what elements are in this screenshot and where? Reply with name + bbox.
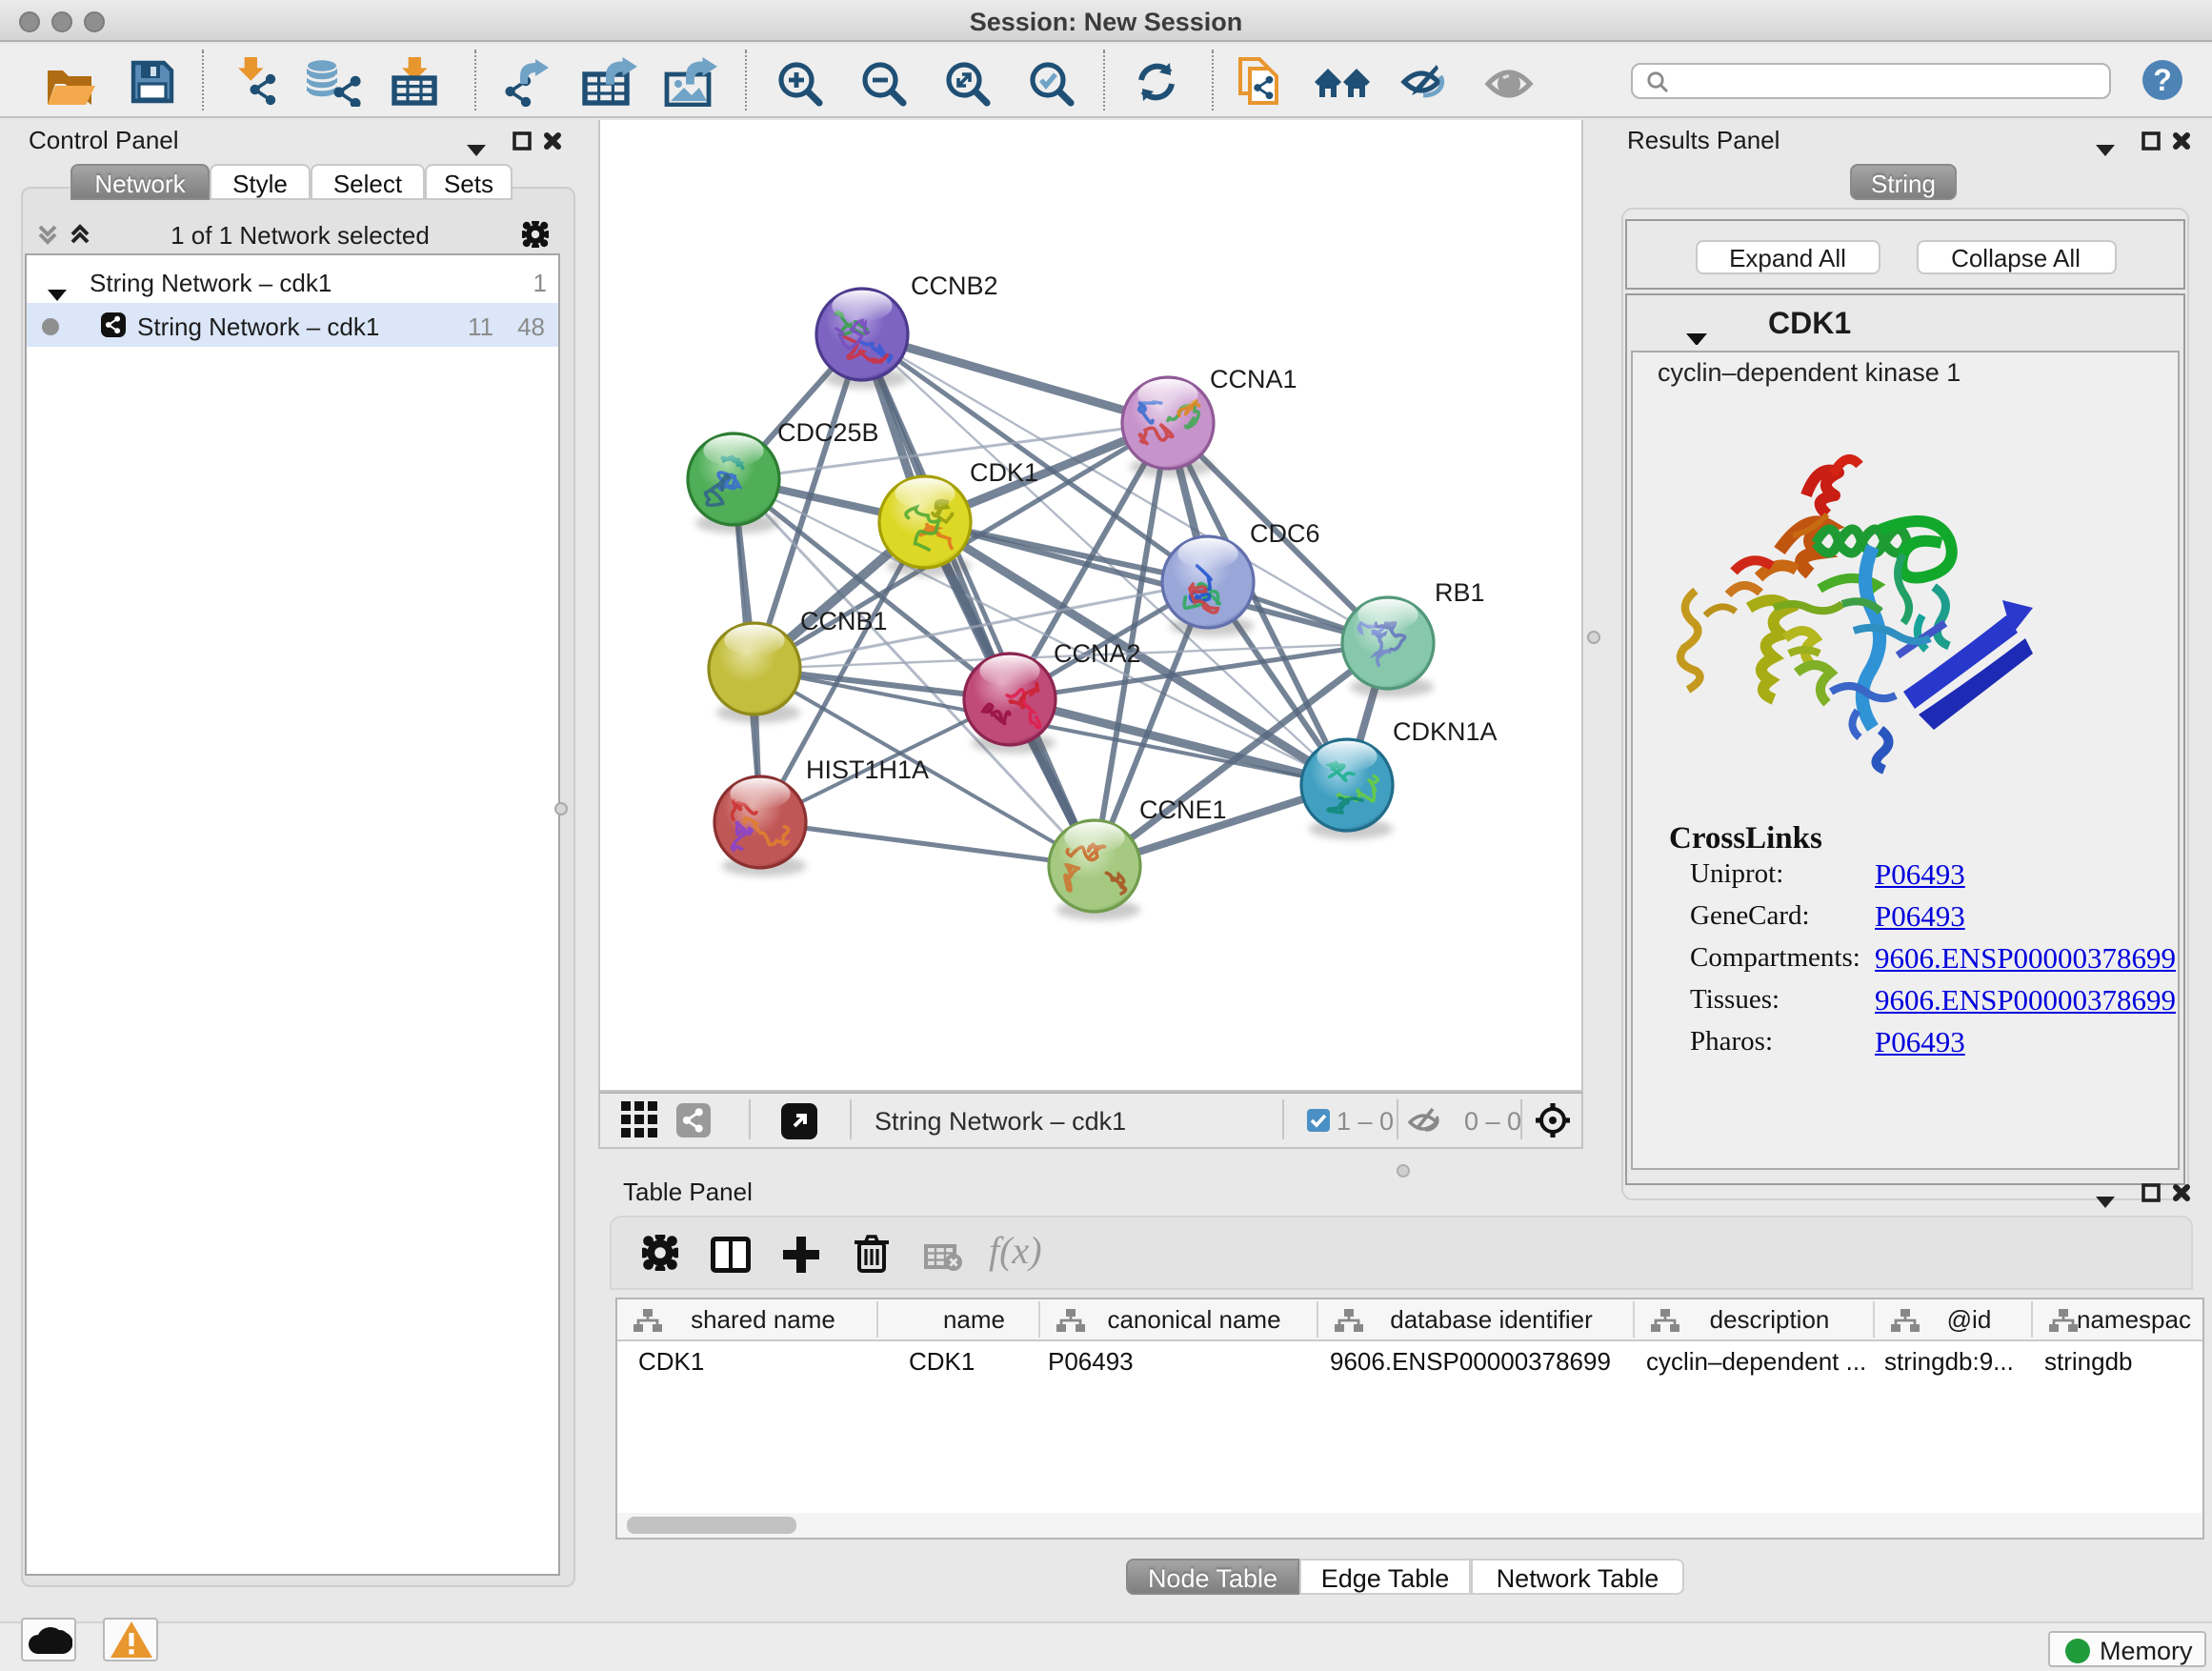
svg-text:RB1: RB1 (1435, 577, 1485, 606)
svg-text:HIST1H1A: HIST1H1A (806, 755, 929, 783)
svg-text:CDKN1A: CDKN1A (1393, 716, 1498, 745)
svg-text:CCNE1: CCNE1 (1139, 795, 1227, 823)
svg-text:CDC25B: CDC25B (777, 417, 879, 446)
svg-text:CDC6: CDC6 (1250, 518, 1320, 547)
svg-text:CCNB2: CCNB2 (911, 271, 998, 299)
svg-text:?: ? (2153, 63, 2172, 97)
svg-text:CCNB1: CCNB1 (800, 606, 888, 634)
svg-text:CCNA1: CCNA1 (1210, 364, 1297, 393)
svg-text:CCNA2: CCNA2 (1054, 638, 1141, 667)
svg-text:CDK1: CDK1 (970, 457, 1038, 486)
